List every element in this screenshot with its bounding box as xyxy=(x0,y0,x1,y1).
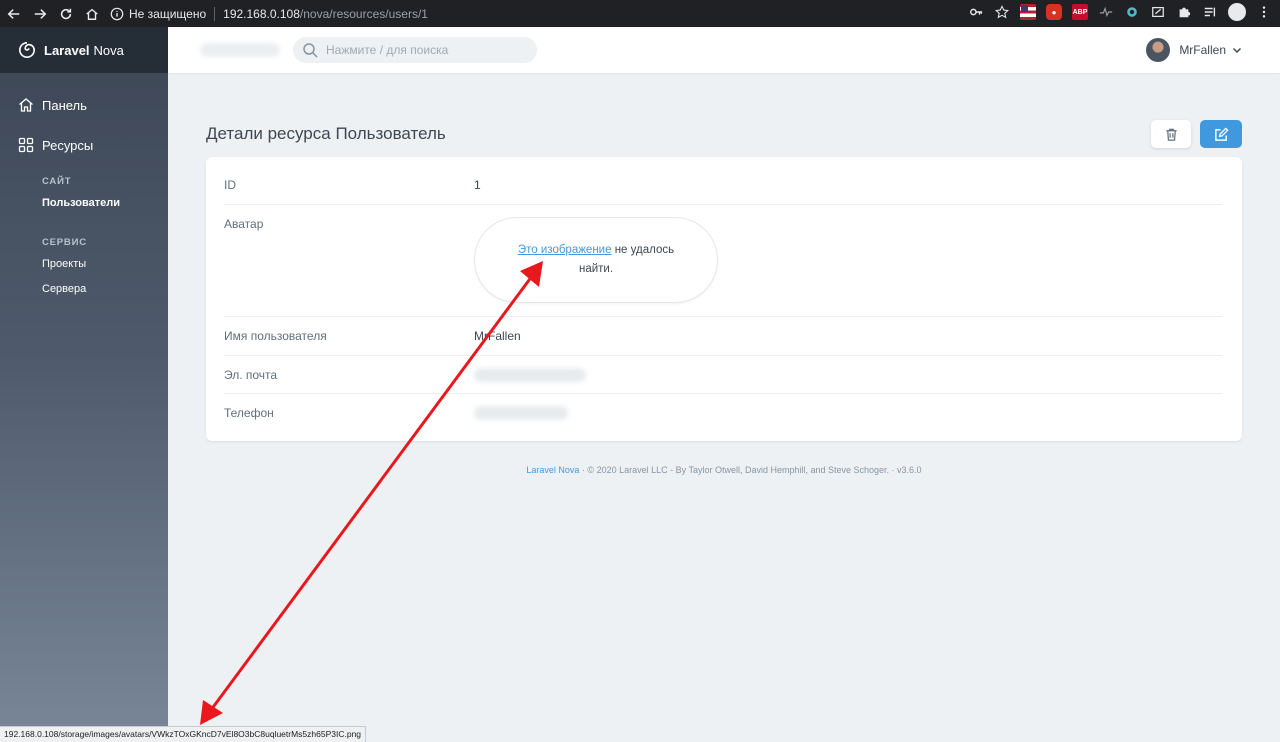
footer: Laravel Nova · © 2020 Laravel LLC - By T… xyxy=(206,465,1242,475)
annotation-arrowhead-bottom xyxy=(200,700,223,725)
brand-logo[interactable]: Laravel Nova xyxy=(0,27,168,73)
edit-icon xyxy=(1214,126,1229,141)
app-header: MrFallen xyxy=(168,27,1280,73)
user-menu[interactable]: MrFallen xyxy=(1146,38,1242,62)
field-label: ID xyxy=(224,178,236,192)
back-icon[interactable] xyxy=(2,2,26,26)
profile-icon[interactable] xyxy=(1228,3,1246,21)
field-label: Имя пользователя xyxy=(224,329,327,343)
image-link[interactable]: Это изображение xyxy=(518,244,612,256)
sidebar-item-label: Панель xyxy=(42,97,87,113)
star-icon[interactable] xyxy=(994,4,1010,20)
brand-light: Nova xyxy=(93,42,124,58)
sidebar-item-label: Ресурсы xyxy=(42,137,94,153)
more-vert-icon[interactable] xyxy=(1256,4,1272,20)
field-label: Эл. почта xyxy=(224,368,278,382)
address-bar[interactable]: Не защищено 192.168.0.108/nova/resources… xyxy=(110,3,1050,24)
red-extension-icon[interactable]: ● xyxy=(1046,4,1062,20)
field-label: Телефон xyxy=(224,406,274,420)
sidebar-group-site: САЙТ xyxy=(42,176,72,187)
browser-toolbar: Не защищено 192.168.0.108/nova/resources… xyxy=(0,0,1280,27)
field-row-email: Эл. почта xyxy=(224,356,1222,394)
omnibox-divider xyxy=(214,6,216,21)
sidebar-group-service: СЕРВИС xyxy=(42,237,87,248)
image-not-found-message: Это изображение не удалось найти. xyxy=(505,241,687,279)
nova-logo-icon xyxy=(19,41,36,58)
link-status-bar: 192.168.0.108/storage/images/avatars/VWk… xyxy=(0,726,367,742)
reload-icon[interactable] xyxy=(54,2,78,26)
field-label: Аватар xyxy=(224,217,264,231)
adblock-icon[interactable]: ABP xyxy=(1072,4,1088,20)
footer-link[interactable]: Laravel Nova xyxy=(526,465,579,475)
gear-extension-icon[interactable] xyxy=(1124,4,1140,20)
extensions-bar: ● ABP xyxy=(968,3,1272,21)
sidebar-item-users[interactable]: Пользователи xyxy=(0,191,168,216)
redacted-email xyxy=(474,368,586,382)
edit-button[interactable] xyxy=(1200,120,1242,148)
pulse-icon[interactable] xyxy=(1098,4,1114,20)
home-icon[interactable] xyxy=(80,2,104,26)
field-value: MrFallen xyxy=(474,329,521,343)
home-icon xyxy=(19,98,33,112)
avatar xyxy=(1146,38,1171,62)
key-icon[interactable] xyxy=(968,4,984,20)
sidebar-item-projects[interactable]: Проекты xyxy=(0,252,168,277)
global-search[interactable] xyxy=(293,37,537,63)
page-title: Детали ресурса Пользователь xyxy=(206,124,446,143)
reading-list-icon[interactable] xyxy=(1202,4,1218,20)
footer-text: · © 2020 Laravel LLC - By Taylor Otwell,… xyxy=(579,465,922,475)
field-row-username: Имя пользователя MrFallen xyxy=(224,317,1222,356)
search-input[interactable] xyxy=(326,43,526,57)
security-label: Не защищено xyxy=(129,6,207,21)
sidebar-item-dashboard[interactable]: Панель xyxy=(0,85,168,125)
info-icon[interactable] xyxy=(110,7,124,21)
trash-icon xyxy=(1165,128,1177,141)
screenshot-icon[interactable] xyxy=(1150,4,1166,20)
chevron-down-icon xyxy=(1232,47,1242,54)
sidebar: Laravel Nova Панель Ресурсы САЙТ Пользова… xyxy=(0,27,168,742)
puzzle-icon[interactable] xyxy=(1176,4,1192,20)
blurred-logo xyxy=(200,43,280,57)
brand-bold: Laravel xyxy=(44,42,90,58)
url-path: /nova/resources/users/1 xyxy=(299,6,428,21)
flag-us-icon[interactable] xyxy=(1020,4,1036,20)
field-value: 1 xyxy=(474,178,481,192)
field-row-avatar: Аватар Это изображение не удалось найти. xyxy=(224,205,1222,317)
sidebar-item-servers[interactable]: Сервера xyxy=(0,277,168,302)
user-name: MrFallen xyxy=(1179,43,1226,57)
search-icon xyxy=(303,43,318,58)
image-not-found-box: Это изображение не удалось найти. xyxy=(474,217,718,303)
field-row-phone: Телефон xyxy=(224,394,1222,434)
url-host: 192.168.0.108 xyxy=(223,6,300,21)
redacted-phone xyxy=(474,406,568,420)
resource-detail-card: ID 1 Аватар Это изображение не удалось н… xyxy=(206,157,1242,441)
sidebar-item-resources[interactable]: Ресурсы xyxy=(0,125,168,165)
forward-icon[interactable] xyxy=(28,2,52,26)
grid-icon xyxy=(18,137,34,153)
delete-button[interactable] xyxy=(1151,120,1191,148)
field-row-id: ID 1 xyxy=(224,157,1222,205)
